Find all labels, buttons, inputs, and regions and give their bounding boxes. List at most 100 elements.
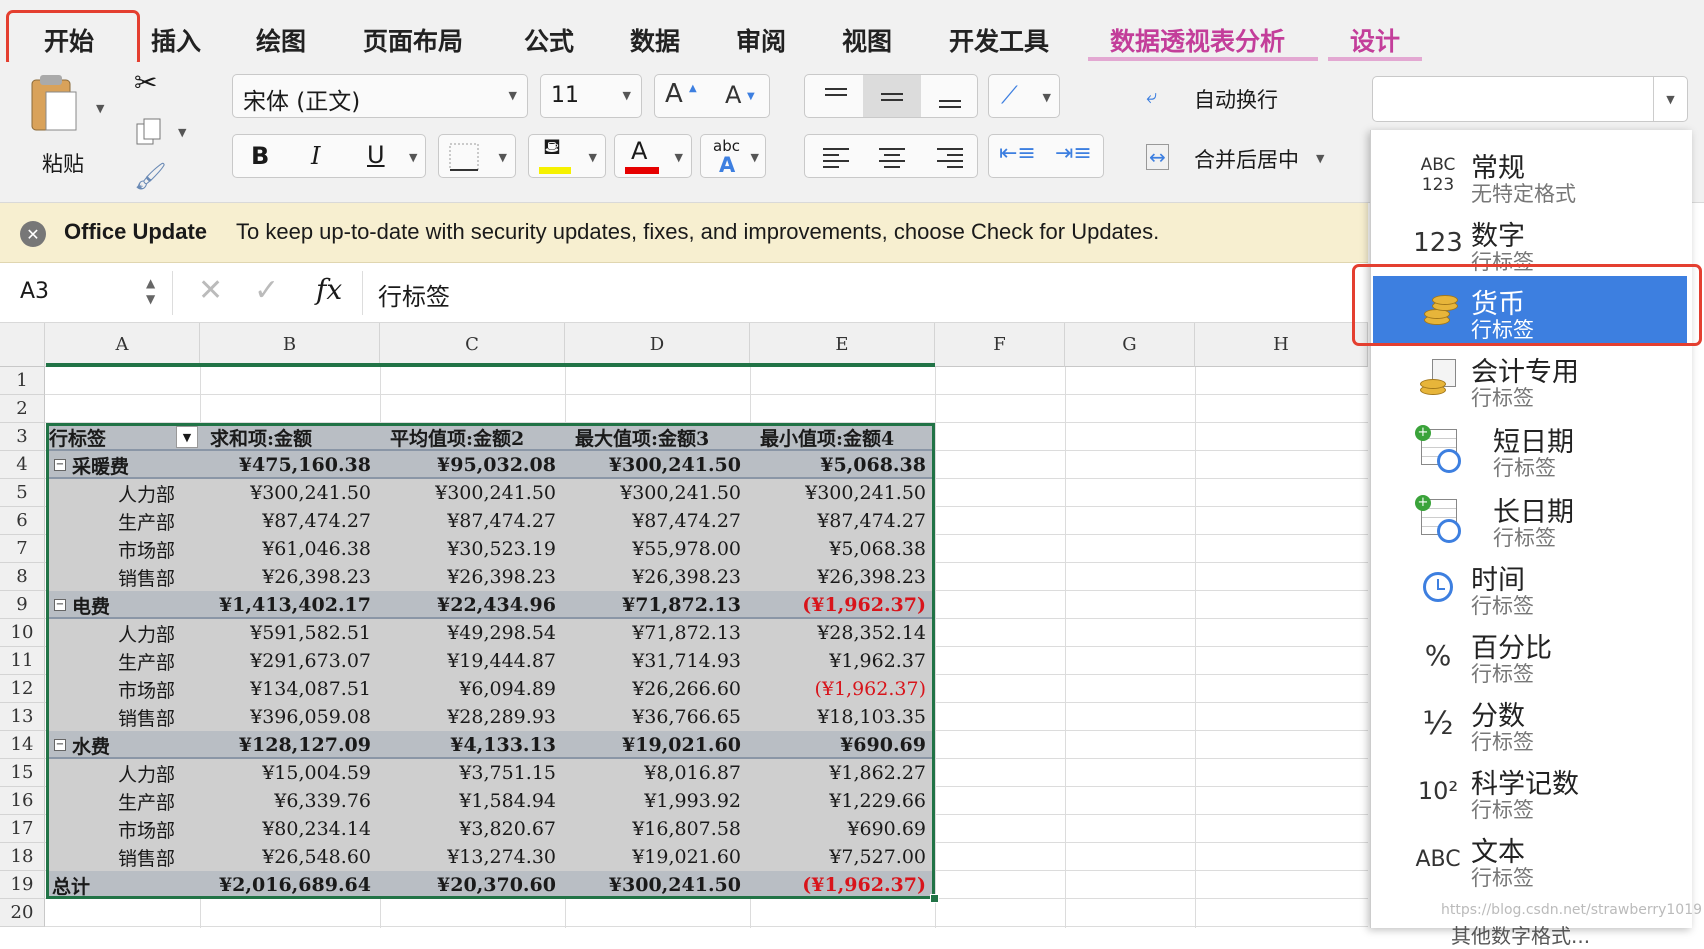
tab-data[interactable]: 数据 (630, 22, 680, 58)
fill-color-swatch (539, 167, 571, 174)
align-bottom-icon[interactable] (937, 83, 963, 109)
column-header[interactable]: F (935, 323, 1065, 367)
merge-center-button[interactable]: ↔ 合并后居中 ▼ (1146, 142, 1346, 178)
gridline (45, 926, 1368, 927)
select-all-corner[interactable] (0, 323, 45, 367)
row-header[interactable]: 17 (0, 815, 45, 843)
fill-handle[interactable] (930, 894, 939, 903)
tab-pivot-design[interactable]: 设计 (1350, 22, 1400, 58)
format-painter-icon[interactable]: 🖌 (134, 162, 167, 192)
row-header[interactable]: 6 (0, 507, 45, 535)
tab-draw[interactable]: 绘图 (256, 22, 306, 58)
tab-formulas[interactable]: 公式 (524, 22, 574, 58)
underline-options-chevron-icon[interactable]: ▼ (409, 151, 417, 164)
paste-options-chevron-icon[interactable]: ▼ (96, 102, 104, 115)
pivot-analyze-underline (1088, 57, 1318, 61)
column-header[interactable]: C (380, 323, 565, 367)
column-header[interactable]: D (565, 323, 750, 367)
row-header[interactable]: 16 (0, 787, 45, 815)
row-header[interactable]: 19 (0, 871, 45, 899)
font-size-select[interactable]: 11 ▼ (540, 74, 642, 118)
tab-developer[interactable]: 开发工具 (949, 22, 1049, 58)
copy-icon[interactable] (136, 118, 162, 150)
confirm-check-icon[interactable]: ✓ (254, 273, 279, 308)
format-item-general[interactable]: ABC 123 常规 无特定格式 (1371, 140, 1693, 208)
font-color-button[interactable]: A ▼ (614, 134, 692, 178)
tab-page-layout[interactable]: 页面布局 (363, 22, 463, 58)
align-right-icon[interactable] (935, 143, 965, 171)
insert-function-icon[interactable]: fx (316, 273, 342, 306)
format-subtitle: 行标签 (1471, 386, 1534, 410)
row-header[interactable]: 12 (0, 675, 45, 703)
column-header[interactable]: B (200, 323, 380, 367)
format-item-time[interactable]: 时间 行标签 (1371, 552, 1693, 620)
tab-pivot-analyze[interactable]: 数据透视表分析 (1110, 22, 1285, 58)
dismiss-icon[interactable]: ✕ (20, 221, 46, 247)
row-header[interactable]: 20 (0, 899, 45, 927)
column-header[interactable]: G (1065, 323, 1195, 367)
copy-options-chevron-icon[interactable]: ▼ (178, 126, 186, 139)
underline-button[interactable]: U (367, 141, 385, 169)
align-left-icon[interactable] (821, 143, 851, 171)
column-header[interactable]: A (45, 323, 200, 367)
currency-highlight (1352, 264, 1702, 346)
format-item-fraction[interactable]: ½ 分数 行标签 (1371, 688, 1693, 756)
borders-button[interactable]: ▼ (438, 134, 516, 178)
format-subtitle: 无特定格式 (1471, 182, 1576, 206)
row-header[interactable]: 18 (0, 843, 45, 871)
column-header[interactable]: E (750, 323, 935, 367)
grow-arrow-icon: ▲ (689, 83, 697, 94)
cancel-icon[interactable]: ✕ (198, 273, 223, 308)
row-header[interactable]: 10 (0, 619, 45, 647)
decrease-indent-icon[interactable]: ⇤≡ (999, 141, 1036, 166)
italic-button[interactable]: I (311, 142, 320, 170)
grow-font-button[interactable]: A (665, 79, 683, 109)
tab-review[interactable]: 审阅 (736, 22, 786, 58)
shrink-arrow-icon: ▼ (747, 91, 755, 102)
row-header[interactable]: 1 (0, 367, 45, 395)
row-header[interactable]: 15 (0, 759, 45, 787)
row-header[interactable]: 11 (0, 647, 45, 675)
chevron-down-icon: ▼ (674, 151, 683, 164)
number-format-dropdown-button[interactable]: ▼ (1653, 77, 1687, 121)
spreadsheet-grid[interactable]: A B C D E F G H 1 2 3 4 5 6 7 8 9 10 11 12 13 14 15 16 17 18 19 20 行… (0, 323, 1368, 928)
row-header[interactable]: 14 (0, 731, 45, 759)
format-item-text[interactable]: ABC 文本 行标签 (1371, 824, 1693, 892)
formula-content[interactable]: 行标签 (378, 277, 450, 312)
row-header[interactable]: 5 (0, 479, 45, 507)
tab-insert[interactable]: 插入 (151, 22, 201, 58)
increase-indent-icon[interactable]: ⇥≡ (1055, 141, 1092, 166)
pivot-design-underline (1328, 57, 1422, 61)
format-item-percent[interactable]: % 百分比 行标签 (1371, 620, 1693, 688)
shrink-font-button[interactable]: A (725, 81, 741, 109)
phonetic-button[interactable]: abc A ▼ (700, 134, 766, 178)
format-item-long-date[interactable]: + 长日期 行标签 (1371, 484, 1693, 552)
orientation-button[interactable]: ⟋ ▼ (988, 74, 1060, 118)
wrap-text-button[interactable]: ⤶ 自动换行 (1146, 82, 1326, 118)
number-format-select[interactable]: ▼ (1372, 76, 1688, 122)
more-number-formats-link[interactable]: 其他数字格式... (1451, 920, 1590, 949)
cut-icon[interactable]: ✂ (134, 66, 157, 99)
row-header[interactable]: 4 (0, 451, 45, 479)
orientation-icon: ⟋ (1001, 81, 1018, 109)
align-center-icon[interactable] (877, 143, 907, 171)
format-subtitle: 行标签 (1493, 526, 1556, 550)
name-box[interactable]: A3 (20, 279, 49, 304)
row-header[interactable]: 9 (0, 591, 45, 619)
align-top-icon[interactable] (823, 83, 849, 109)
name-box-stepper-icon[interactable]: ▲ ▼ (146, 275, 155, 307)
row-header[interactable]: 8 (0, 563, 45, 591)
row-header[interactable]: 13 (0, 703, 45, 731)
font-name-select[interactable]: 宋体 (正文) ▼ (232, 74, 528, 118)
row-header[interactable]: 2 (0, 395, 45, 423)
paste-icon[interactable] (28, 72, 80, 136)
row-header[interactable]: 3 (0, 423, 45, 451)
bold-button[interactable]: B (251, 142, 269, 170)
row-header[interactable]: 7 (0, 535, 45, 563)
format-item-scientific[interactable]: 10² 科学记数 行标签 (1371, 756, 1693, 824)
tab-view[interactable]: 视图 (842, 22, 892, 58)
column-header[interactable]: H (1195, 323, 1368, 367)
format-item-accounting[interactable]: 会计专用 行标签 (1371, 344, 1693, 412)
format-item-short-date[interactable]: + 短日期 行标签 (1371, 414, 1693, 482)
fill-color-button[interactable]: ⛾ ▼ (528, 134, 606, 178)
